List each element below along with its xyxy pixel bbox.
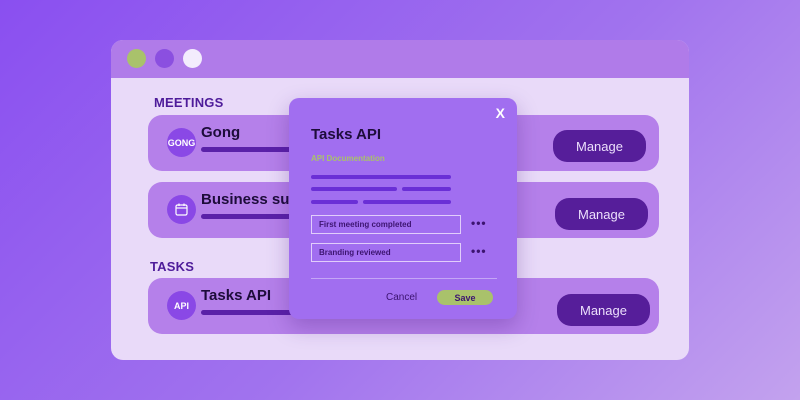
modal-divider xyxy=(311,278,497,279)
manage-button-tasks-api[interactable]: Manage xyxy=(557,294,650,326)
text-placeholder-line xyxy=(311,200,358,204)
modal-title: Tasks API xyxy=(311,126,382,143)
gong-logo-icon: GONG xyxy=(167,128,196,157)
api-icon: API xyxy=(167,291,196,320)
text-placeholder-line xyxy=(402,187,451,191)
calendar-icon-svg xyxy=(175,203,188,216)
text-placeholder-line xyxy=(311,187,397,191)
row-title: Tasks API xyxy=(201,287,272,304)
window-control-green[interactable] xyxy=(127,49,146,68)
tasks-section-label: TASKS xyxy=(150,259,195,274)
checklist-item[interactable]: First meeting completed xyxy=(311,215,461,234)
meetings-section-label: MEETINGS xyxy=(154,95,224,110)
window-control-purple[interactable] xyxy=(155,49,174,68)
manage-button-business-suite[interactable]: Manage xyxy=(555,198,648,230)
row-title: Gong xyxy=(201,124,241,141)
window-control-white[interactable] xyxy=(183,49,202,68)
text-placeholder-line xyxy=(363,200,451,204)
close-icon[interactable]: X xyxy=(496,105,505,121)
calendar-icon xyxy=(167,195,196,224)
manage-button-gong[interactable]: Manage xyxy=(553,130,646,162)
save-button[interactable]: Save xyxy=(437,290,493,305)
checklist-item[interactable]: Branding reviewed xyxy=(311,243,461,262)
window-titlebar xyxy=(111,40,689,78)
modal-subtitle: API Documentation xyxy=(311,154,385,163)
text-placeholder-line xyxy=(311,175,451,179)
more-options-icon[interactable]: ••• xyxy=(471,216,487,230)
cancel-button[interactable]: Cancel xyxy=(386,292,417,303)
more-options-icon[interactable]: ••• xyxy=(471,244,487,258)
tasks-api-modal: X Tasks API API Documentation First meet… xyxy=(289,98,517,319)
